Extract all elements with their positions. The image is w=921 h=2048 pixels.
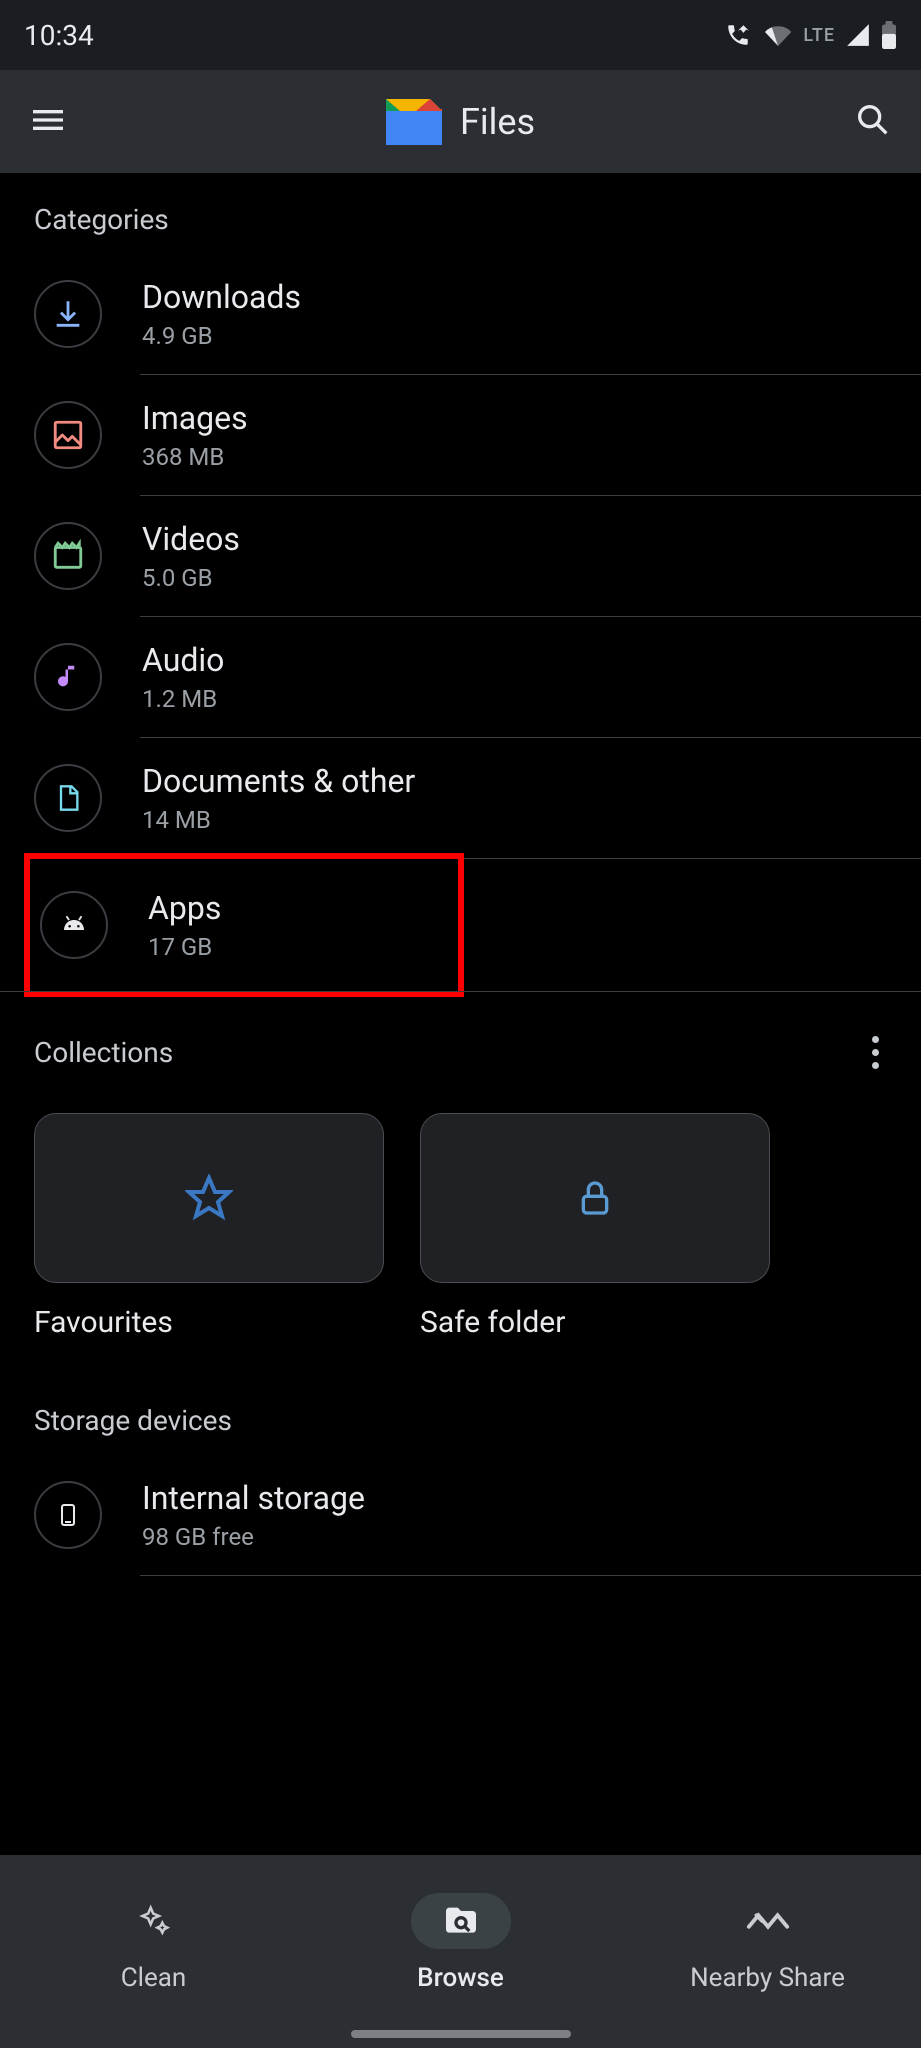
status-bar: 10:34 LTE [0, 0, 921, 70]
category-videos[interactable]: Videos 5.0 GB [0, 496, 921, 616]
app-bar: Files [0, 70, 921, 173]
storage-header: Storage devices [0, 1374, 921, 1455]
bottom-nav: Clean Browse Nearby Share [0, 1855, 921, 2030]
category-size: 1.2 MB [142, 685, 224, 713]
category-size: 4.9 GB [142, 322, 301, 350]
category-size: 368 MB [142, 443, 248, 471]
category-name: Videos [142, 520, 240, 558]
browse-content: Categories Downloads 4.9 GB Images 368 M… [0, 173, 921, 1855]
nav-clean[interactable]: Clean [0, 1855, 307, 2030]
collection-safe-folder[interactable] [420, 1113, 770, 1283]
network-type-label: LTE [803, 25, 835, 46]
files-app-logo-icon [386, 99, 442, 145]
category-documents[interactable]: Documents & other 14 MB [0, 738, 921, 858]
category-size: 5.0 GB [142, 564, 240, 592]
image-icon [51, 418, 85, 452]
nav-nearby-share[interactable]: Nearby Share [614, 1855, 921, 2030]
storage-internal[interactable]: Internal storage 98 GB free [0, 1455, 921, 1575]
android-icon [57, 910, 91, 940]
hamburger-menu-button[interactable] [28, 100, 68, 144]
wifi-calling-icon [723, 22, 753, 48]
phone-icon [56, 1496, 80, 1534]
category-images[interactable]: Images 368 MB [0, 375, 921, 495]
category-size: 17 GB [148, 933, 221, 961]
category-name: Images [142, 399, 248, 437]
collection-favourites[interactable] [34, 1113, 384, 1283]
category-name: Downloads [142, 278, 301, 316]
nav-label: Clean [121, 1963, 187, 1993]
search-icon [853, 100, 893, 140]
cell-signal-icon [845, 22, 871, 48]
more-options-button[interactable] [864, 1028, 887, 1077]
gesture-handle-icon [351, 2030, 571, 2038]
app-title: Files [460, 101, 535, 143]
nearby-share-icon [745, 1904, 791, 1938]
lock-icon [575, 1174, 615, 1222]
category-name: Apps [148, 889, 221, 927]
category-audio[interactable]: Audio 1.2 MB [0, 617, 921, 737]
search-button[interactable] [853, 100, 893, 144]
category-size: 14 MB [142, 806, 415, 834]
categories-header: Categories [0, 173, 921, 254]
nav-label: Browse [417, 1963, 504, 1993]
collections-header: Collections [0, 992, 921, 1103]
hamburger-icon [28, 100, 68, 140]
storage-size: 98 GB free [142, 1523, 365, 1551]
download-icon [51, 297, 85, 331]
collections-label: Collections [34, 1036, 173, 1069]
nav-label: Nearby Share [690, 1963, 845, 1993]
highlight-annotation: Apps 17 GB [24, 853, 464, 997]
sparkle-icon [134, 1901, 174, 1941]
category-downloads[interactable]: Downloads 4.9 GB [0, 254, 921, 374]
nav-browse[interactable]: Browse [307, 1855, 614, 2030]
storage-name: Internal storage [142, 1479, 365, 1517]
video-icon [51, 539, 85, 573]
star-icon [185, 1174, 233, 1222]
category-name: Audio [142, 641, 224, 679]
category-apps[interactable]: Apps 17 GB [30, 859, 458, 991]
document-icon [54, 781, 82, 815]
audio-icon [53, 660, 83, 694]
collection-label: Favourites [34, 1305, 384, 1340]
status-icons: LTE [723, 21, 897, 49]
gesture-bar[interactable] [0, 2030, 921, 2048]
wifi-icon [763, 22, 793, 48]
battery-icon [881, 21, 897, 49]
folder-search-icon [441, 1901, 481, 1941]
more-vert-icon [872, 1036, 879, 1043]
category-name: Documents & other [142, 762, 415, 800]
divider [140, 1575, 921, 1576]
status-time: 10:34 [24, 19, 94, 52]
collection-label: Safe folder [420, 1305, 770, 1340]
